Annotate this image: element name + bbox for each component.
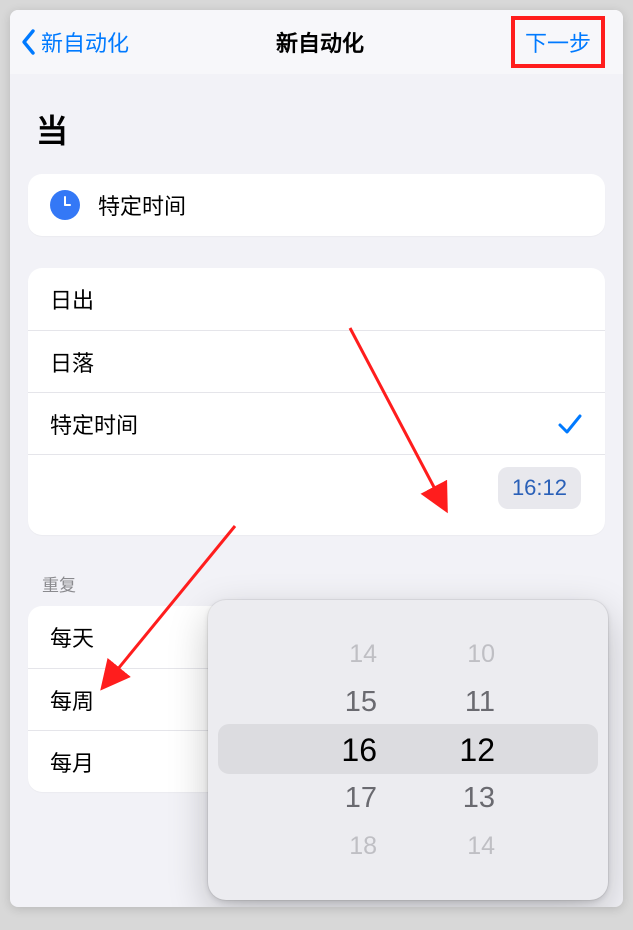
nav-bar: 新自动化 新自动化 下一步	[10, 10, 623, 74]
page-title: 新自动化	[276, 26, 364, 58]
picker-hour: 14	[321, 640, 377, 669]
picker-hour: 15	[321, 686, 377, 719]
repeat-option-daily-label: 每天	[50, 621, 94, 653]
check-icon	[557, 411, 583, 437]
picker-minute: 12	[439, 732, 495, 769]
option-sunrise-label: 日出	[50, 283, 94, 315]
next-button[interactable]: 下一步	[511, 16, 605, 68]
picker-hour: 16	[321, 732, 377, 769]
specific-time-summary-card: 特定时间	[28, 174, 605, 236]
back-button[interactable]: 新自动化	[20, 26, 129, 58]
picker-row-selected[interactable]: 16 12	[208, 726, 608, 774]
option-sunset-label: 日落	[50, 346, 94, 378]
repeat-option-monthly-label: 每月	[50, 746, 94, 778]
picker-row[interactable]: 15 11	[208, 678, 608, 726]
repeat-option-weekly-label: 每周	[50, 684, 94, 716]
picker-row[interactable]: 17 13	[208, 774, 608, 822]
time-picker-inner: 14 10 15 11 16 12 17 13 18 14	[208, 600, 608, 900]
next-button-label: 下一步	[525, 31, 591, 56]
when-heading: 当	[36, 106, 605, 152]
picker-row[interactable]: 14 10	[208, 630, 608, 678]
option-specific-time-label: 特定时间	[50, 408, 138, 440]
specific-time-summary-row[interactable]: 特定时间	[28, 174, 605, 236]
chevron-left-icon	[20, 28, 37, 56]
picker-minute: 13	[439, 782, 495, 815]
app-frame: 新自动化 新自动化 下一步 当 特定时间 日出 日落 特定时间	[10, 10, 623, 907]
back-button-label: 新自动化	[41, 26, 129, 58]
picker-row[interactable]: 18 14	[208, 822, 608, 870]
picker-minute: 14	[439, 832, 495, 861]
time-value-pill[interactable]: 16:12	[498, 467, 581, 509]
picker-rows: 14 10 15 11 16 12 17 13 18 14	[208, 630, 608, 870]
option-specific-time[interactable]: 特定时间	[28, 392, 605, 454]
option-sunset[interactable]: 日落	[28, 330, 605, 392]
repeat-section-label: 重复	[42, 571, 605, 596]
picker-minute: 11	[439, 686, 495, 719]
clock-icon	[50, 190, 80, 220]
specific-time-summary-label: 特定时间	[98, 189, 186, 221]
option-sunrise[interactable]: 日出	[28, 268, 605, 330]
picker-hour: 17	[321, 782, 377, 815]
time-value-row: 16:12	[28, 454, 605, 523]
picker-hour: 18	[321, 832, 377, 861]
picker-minute: 10	[439, 640, 495, 669]
time-value-text: 16:12	[512, 475, 567, 500]
time-options-card: 日出 日落 特定时间 16:12	[28, 268, 605, 535]
time-picker-popover[interactable]: 14 10 15 11 16 12 17 13 18 14	[208, 600, 608, 900]
